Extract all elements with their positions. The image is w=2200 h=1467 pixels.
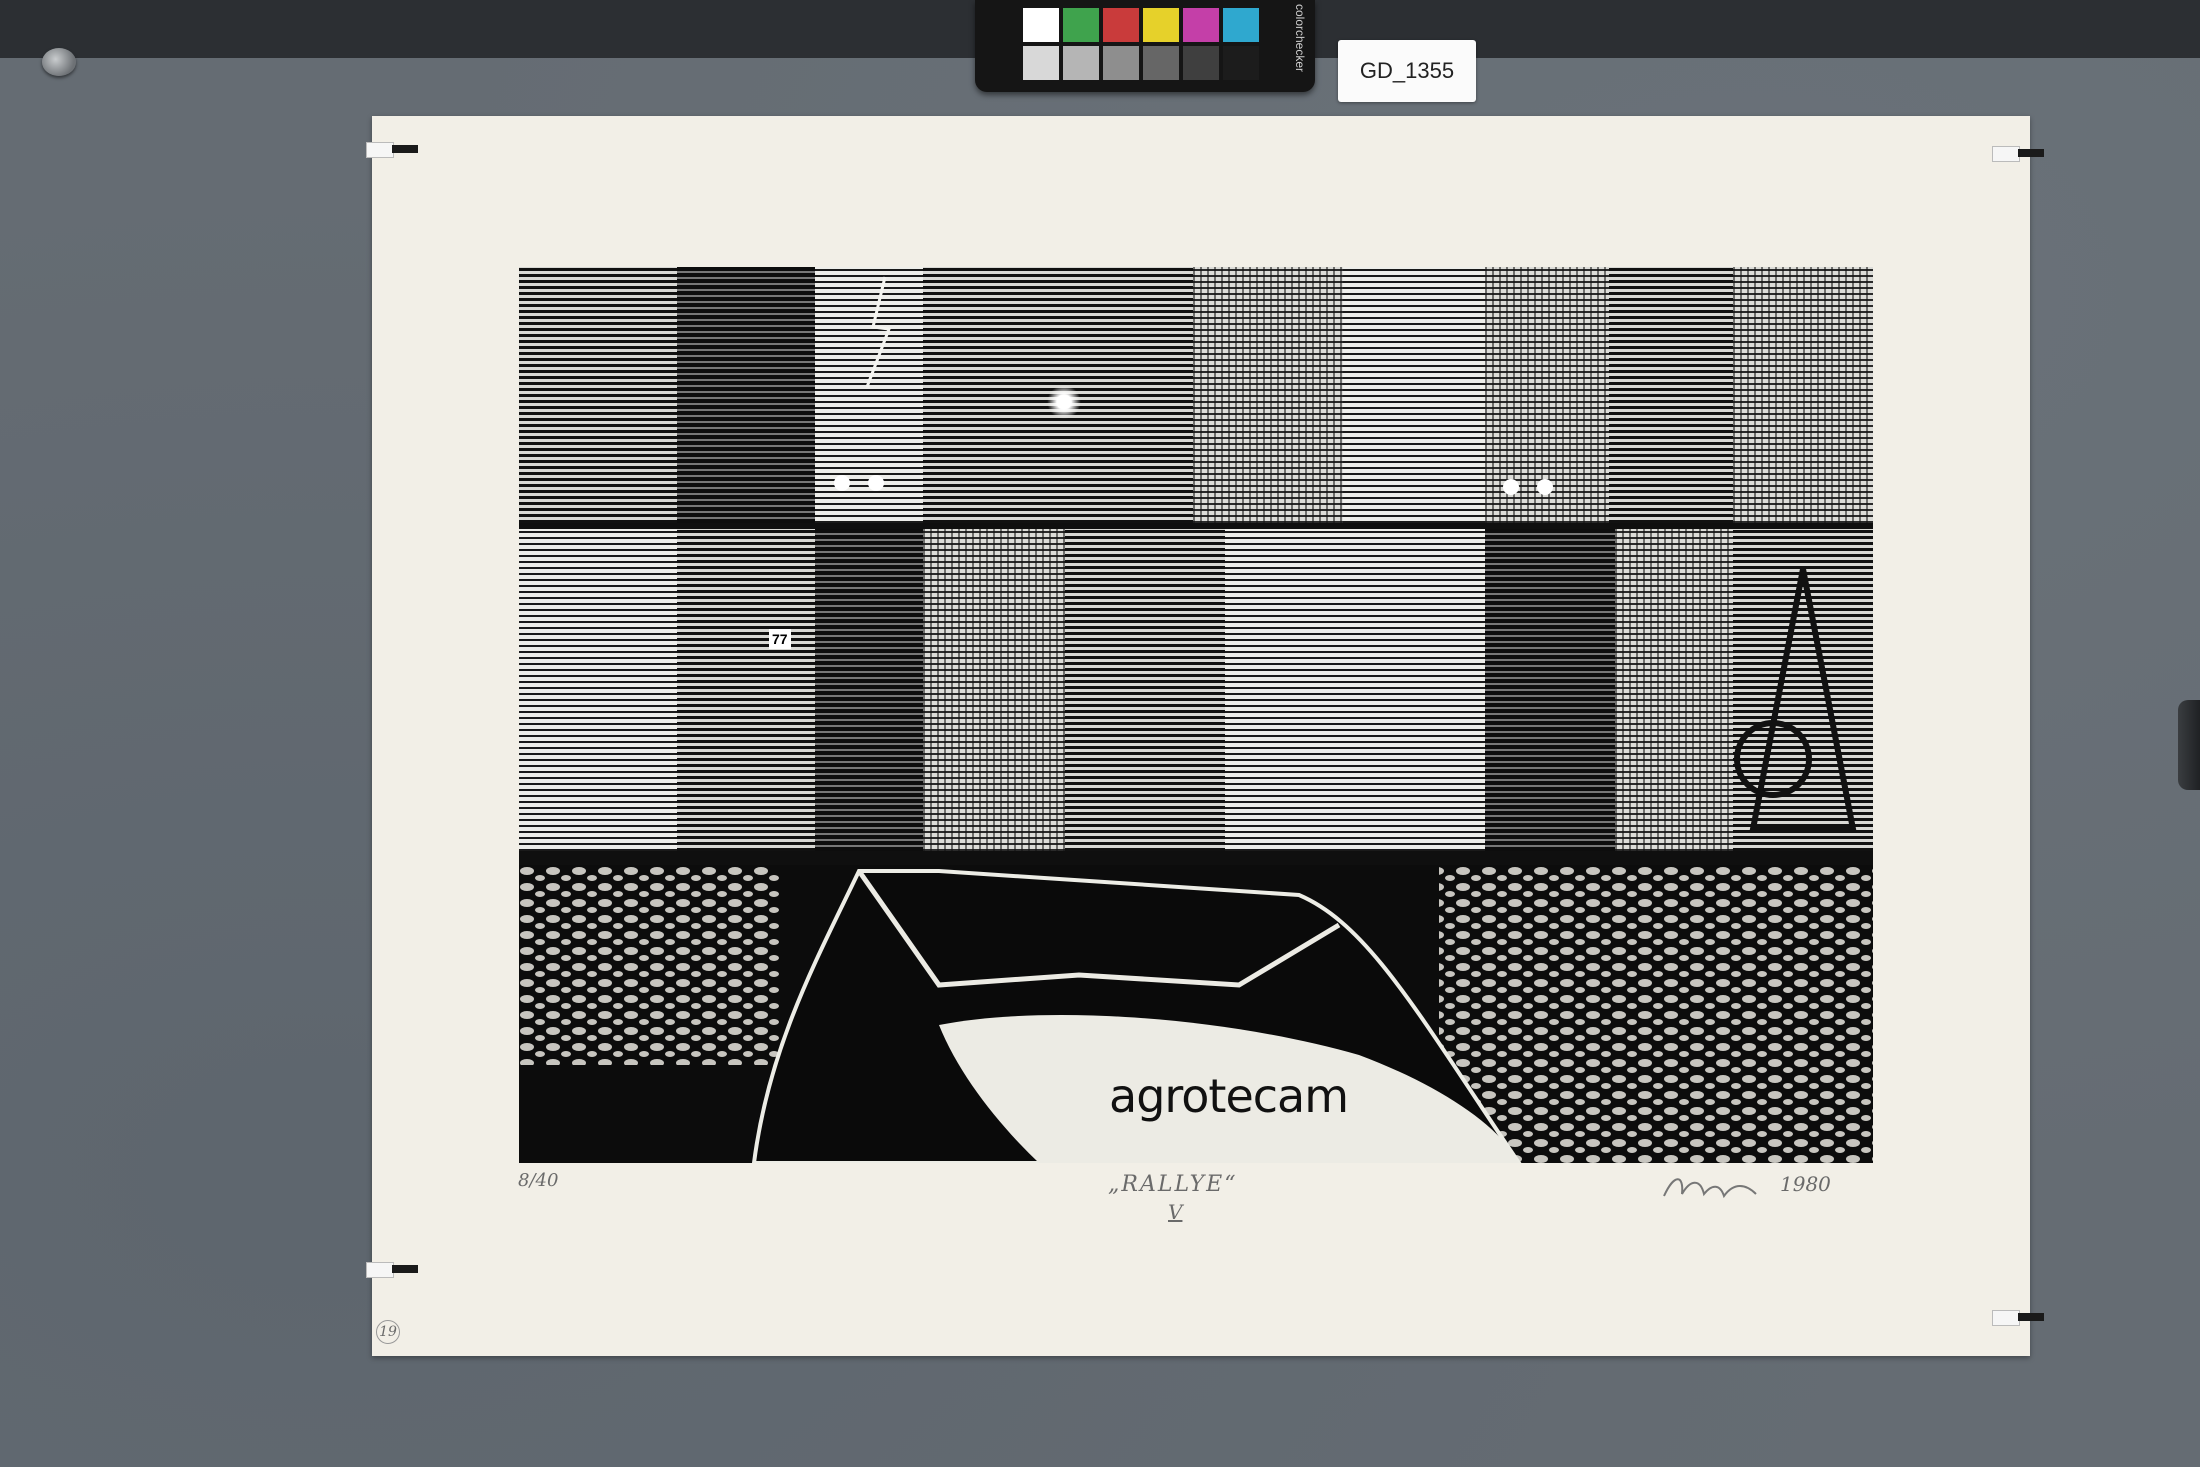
panel-walker: 77 <box>677 529 815 851</box>
panel-cockpit <box>1225 529 1485 851</box>
print-title-number: V <box>1168 1200 1183 1224</box>
print-image: 77 agrotecam <box>519 267 1873 1163</box>
car-lettering: agrotecam <box>1109 1069 1349 1123</box>
mount-clip <box>366 1262 418 1278</box>
checker-brand: colorchecker <box>1293 4 1307 73</box>
swatch <box>1063 8 1099 42</box>
catalog-label: GD_1355 <box>1338 40 1476 102</box>
artist-signature <box>1660 1170 1780 1204</box>
panel-road-left <box>519 267 677 523</box>
board-clamp <box>2178 700 2200 790</box>
signature-year: 1980 <box>1780 1172 1831 1196</box>
swatch <box>1063 46 1099 80</box>
color-checker: colorchecker <box>975 0 1315 92</box>
edition-number: 8/40 <box>518 1170 559 1191</box>
mount-clip <box>366 142 418 158</box>
glare <box>1047 385 1081 419</box>
swatch <box>1223 46 1259 80</box>
swatch <box>1023 46 1059 80</box>
road-cone-icon <box>1734 568 1857 832</box>
panel-road-sign <box>1733 529 1873 851</box>
swatch <box>1143 46 1179 80</box>
margin-note: 19 <box>376 1320 400 1344</box>
panel-landscape <box>1609 267 1733 523</box>
panel-mechanic <box>1193 267 1343 523</box>
panel-spectators <box>923 529 1065 851</box>
headlights-left <box>834 475 894 491</box>
swatch <box>1143 8 1179 42</box>
swatch <box>1183 46 1219 80</box>
car-number-plate: 77 <box>769 629 791 649</box>
panel-rally-car: agrotecam <box>519 865 1873 1163</box>
panel-white-car <box>519 529 677 851</box>
swatch <box>1023 8 1059 42</box>
mount-clip <box>1992 146 2044 162</box>
swatch <box>1103 8 1139 42</box>
mount-clip <box>1992 1310 2044 1326</box>
board-screw <box>42 48 76 76</box>
panel-road-mid <box>677 267 815 523</box>
signature-scribble <box>1663 1178 1757 1199</box>
swatch <box>1103 46 1139 80</box>
swatch <box>1183 8 1219 42</box>
panel-car-front <box>1615 529 1733 851</box>
panel-figure-dark <box>1485 529 1615 851</box>
headlights-right <box>1503 479 1563 495</box>
panel-bridge <box>1733 267 1873 523</box>
panel-reflections <box>815 529 923 851</box>
print-title: „RALLYE“ <box>1108 1172 1238 1197</box>
panel-driver <box>1065 529 1225 851</box>
swatch <box>1223 8 1259 42</box>
panel-car-door <box>1343 267 1485 523</box>
